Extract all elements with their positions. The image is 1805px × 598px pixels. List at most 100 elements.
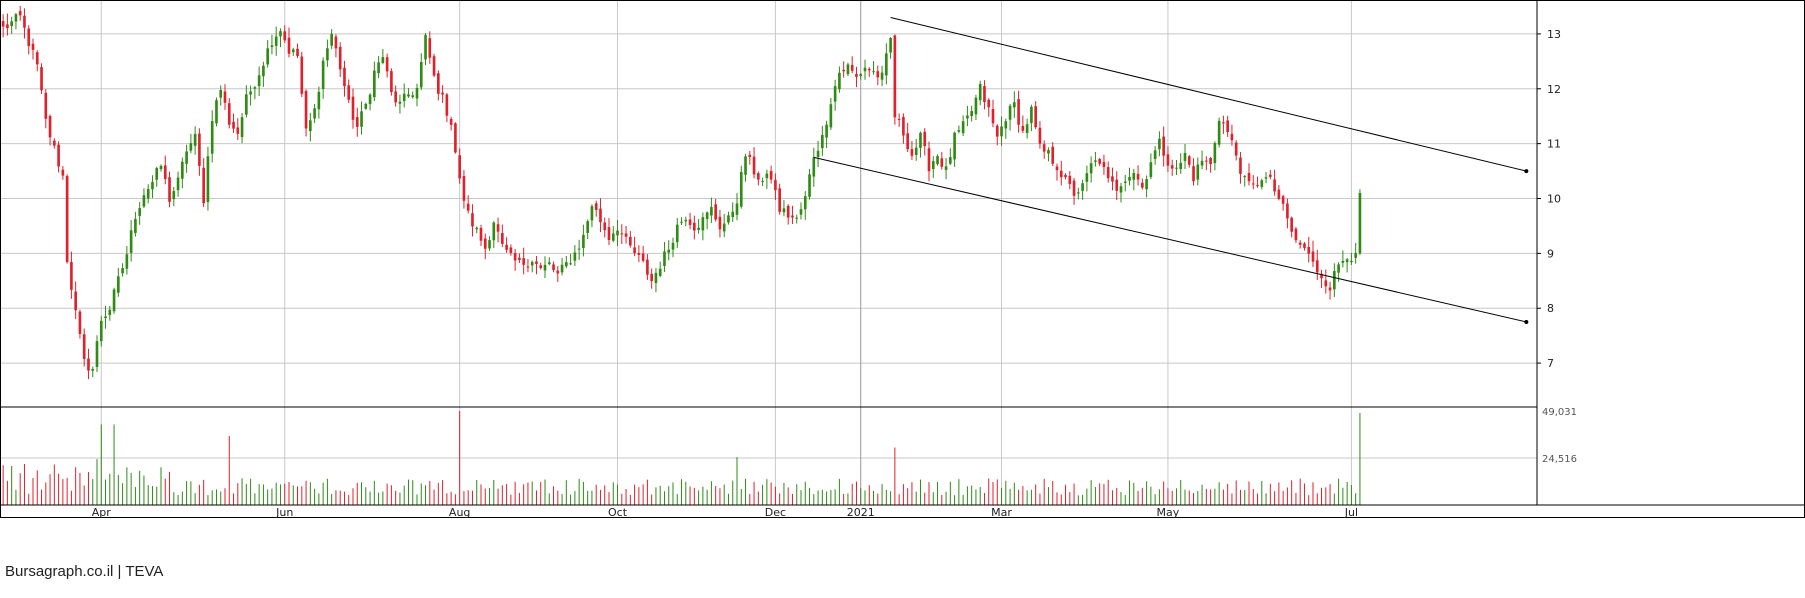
candle-body	[889, 38, 892, 53]
candle-body	[1281, 196, 1285, 204]
candle-body	[1064, 175, 1067, 178]
candle-body	[842, 69, 845, 72]
candle-body	[40, 67, 43, 91]
candle-body	[1008, 105, 1012, 120]
lower-trendline-end	[1524, 319, 1529, 324]
candle-body	[1286, 203, 1289, 219]
price-tick-label: 12	[1547, 83, 1561, 96]
candle-body	[505, 244, 508, 250]
candle-body	[424, 35, 427, 60]
candle-body	[245, 94, 248, 115]
candle-body	[87, 358, 90, 371]
candle-body	[1102, 162, 1106, 168]
candle-body	[215, 100, 218, 124]
candle-body	[961, 121, 965, 134]
candle-body	[586, 221, 589, 233]
candle-body	[863, 67, 867, 72]
candle-body	[1345, 259, 1349, 263]
candle-body	[227, 103, 231, 125]
candle-body	[1277, 189, 1281, 199]
candle-body	[1260, 180, 1264, 187]
candle-body	[1145, 179, 1148, 190]
candle-body	[232, 121, 235, 129]
candle-body	[1085, 173, 1089, 182]
candle-body	[727, 215, 730, 223]
candle-body	[466, 203, 470, 211]
price-tick-label: 8	[1547, 302, 1554, 315]
candle-body	[859, 74, 863, 77]
candle-body	[10, 21, 13, 27]
stock-chart: 7 8 9 10 11 12 13 49,031 24,516 Apr Jun Aug Oct Dec 20…	[0, 0, 1805, 598]
candle-body	[1226, 120, 1229, 133]
candle-body	[774, 179, 777, 191]
candle-body	[1038, 127, 1042, 144]
candle-body	[919, 132, 922, 148]
candle-body	[1294, 228, 1298, 241]
candle-body	[970, 111, 973, 117]
candle-body	[752, 156, 756, 175]
candle-body	[142, 195, 146, 207]
candle-body	[1192, 166, 1195, 182]
candle-body	[1149, 162, 1153, 178]
candle-body	[61, 169, 65, 176]
candle-body	[547, 262, 551, 265]
candle-body	[624, 233, 628, 237]
candle-body	[1158, 138, 1161, 150]
candle-body	[535, 261, 538, 265]
candle-body	[1089, 163, 1093, 174]
candle-body	[1119, 186, 1123, 193]
candle-body	[663, 251, 666, 267]
candle-body	[253, 87, 257, 89]
candle-body	[44, 92, 48, 119]
candle-body	[279, 31, 282, 37]
candle-body	[155, 168, 159, 180]
candle-body	[134, 218, 137, 233]
candle-body	[27, 28, 31, 47]
candle-body	[266, 48, 269, 65]
candle-body	[995, 125, 999, 137]
candle-body	[513, 253, 517, 261]
candle-body	[1324, 280, 1328, 287]
candle-body	[1128, 176, 1131, 181]
candle-body	[373, 70, 376, 98]
candle-body	[364, 103, 368, 109]
candle-body	[705, 212, 709, 219]
candle-body	[249, 91, 252, 95]
upper-trendline-end	[1524, 169, 1529, 174]
candle-body	[1059, 170, 1063, 178]
candle-body	[646, 259, 649, 275]
candle-body	[1222, 122, 1225, 124]
candle-body	[296, 48, 299, 57]
candle-body	[757, 173, 760, 180]
candle-body	[1358, 193, 1362, 254]
candle-body	[274, 36, 278, 46]
candle-body	[402, 93, 406, 102]
candle-body	[718, 216, 722, 230]
candle-body	[680, 221, 683, 223]
candle-body	[1030, 106, 1033, 124]
candle-body	[616, 230, 619, 236]
candle-body	[483, 238, 487, 249]
candle-body	[283, 31, 287, 41]
candle-body	[189, 143, 193, 151]
watermark-label: Bursagraph.co.il | TEVA	[3, 563, 166, 581]
candle-body	[1243, 176, 1247, 178]
price-tick-label: 7	[1547, 357, 1554, 370]
candle-body	[501, 233, 504, 244]
candle-body	[978, 84, 982, 101]
candle-body	[599, 208, 602, 223]
candle-body	[675, 224, 679, 243]
candle-body	[765, 173, 769, 179]
candle-body	[1017, 99, 1020, 125]
candle-body	[146, 189, 150, 199]
candle-body	[761, 181, 764, 183]
candle-body	[23, 15, 26, 28]
volume-tick-label: 49,031	[1542, 407, 1577, 418]
candle-body	[1209, 157, 1212, 165]
candle-body	[1311, 251, 1315, 262]
candle-body	[603, 222, 607, 231]
candle-body	[897, 118, 901, 120]
candle-body	[782, 208, 786, 213]
candle-body	[172, 191, 176, 200]
candle-body	[1200, 160, 1204, 166]
